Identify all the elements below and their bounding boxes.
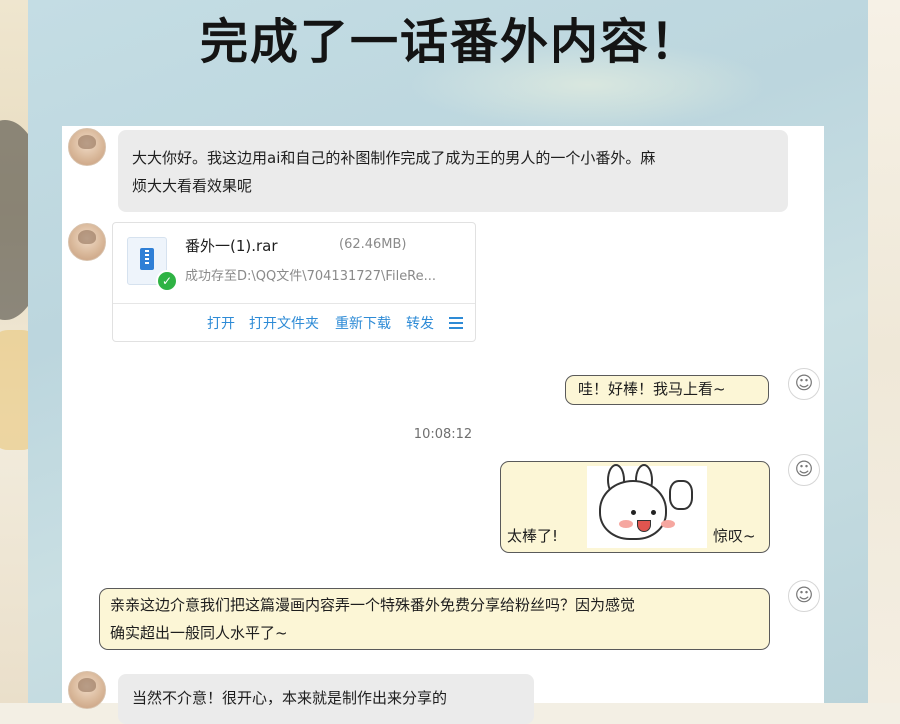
check-circle-icon: ✓ (156, 270, 178, 292)
thumbs-up-icon (669, 480, 693, 510)
message-timestamp: 10:08:12 (413, 427, 473, 442)
sticker-caption-left: 太棒了! (507, 527, 559, 545)
incoming-message-bubble[interactable]: 当然不介意！很开心，本来就是制作出来分享的 (118, 674, 534, 724)
contact-avatar[interactable] (68, 223, 106, 261)
contact-avatar[interactable] (68, 671, 106, 709)
outgoing-sticker-bubble[interactable]: 太棒了! 惊叹~ (500, 461, 770, 553)
my-avatar[interactable]: ☺ (788, 368, 820, 400)
hamburger-menu-icon[interactable] (449, 317, 463, 329)
message-text-line: 确实超出一般同人水平了~ (110, 624, 288, 642)
open-file-link[interactable]: 打开 (207, 313, 235, 333)
zip-archive-icon: ✓ (127, 237, 178, 292)
message-text-line: 大大你好。我这边用ai和自己的补图制作完成了成为王的男人的一个小番外。麻 (132, 149, 656, 167)
message-text: 哇！好棒！我马上看~ (578, 380, 726, 398)
contact-avatar[interactable] (68, 128, 106, 166)
outgoing-message-bubble[interactable]: 哇！好棒！我马上看~ (565, 375, 769, 405)
outgoing-message-bubble[interactable]: 亲亲这边介意我们把这篇漫画内容弄一个特殊番外免费分享给粉丝吗？因为感觉 确实超出… (99, 588, 770, 650)
file-save-path: 成功存至D:\QQ文件\704131727\FileRe... (185, 269, 437, 284)
my-avatar[interactable]: ☺ (788, 580, 820, 612)
redownload-link[interactable]: 重新下载 (335, 313, 391, 333)
message-text-line: 烦大大看看效果呢 (132, 177, 253, 195)
sticker-caption-right: 惊叹~ (713, 527, 756, 545)
message-text: 当然不介意！很开心，本来就是制作出来分享的 (132, 689, 448, 707)
file-message-card[interactable]: ✓ 番外一(1).rar (62.46MB) 成功存至D:\QQ文件\70413… (112, 222, 476, 342)
my-avatar[interactable]: ☺ (788, 454, 820, 486)
file-name[interactable]: 番外一(1).rar (185, 235, 278, 256)
incoming-message-bubble[interactable]: 大大你好。我这边用ai和自己的补图制作完成了成为王的男人的一个小番外。麻 烦大大… (118, 130, 788, 212)
message-text-line: 亲亲这边介意我们把这篇漫画内容弄一个特殊番外免费分享给粉丝吗？因为感觉 (110, 596, 636, 614)
chat-window[interactable]: 大大你好。我这边用ai和自己的补图制作完成了成为王的男人的一个小番外。麻 烦大大… (62, 126, 824, 724)
page-title: 完成了一话番外内容！ (199, 14, 700, 70)
open-folder-link[interactable]: 打开文件夹 (249, 313, 319, 333)
file-size: (62.46MB) (339, 237, 407, 252)
bunny-sticker-image[interactable] (587, 464, 707, 548)
file-actions-bar: 打开 打开文件夹 重新下载 转发 (113, 303, 475, 342)
forward-link[interactable]: 转发 (406, 313, 434, 333)
